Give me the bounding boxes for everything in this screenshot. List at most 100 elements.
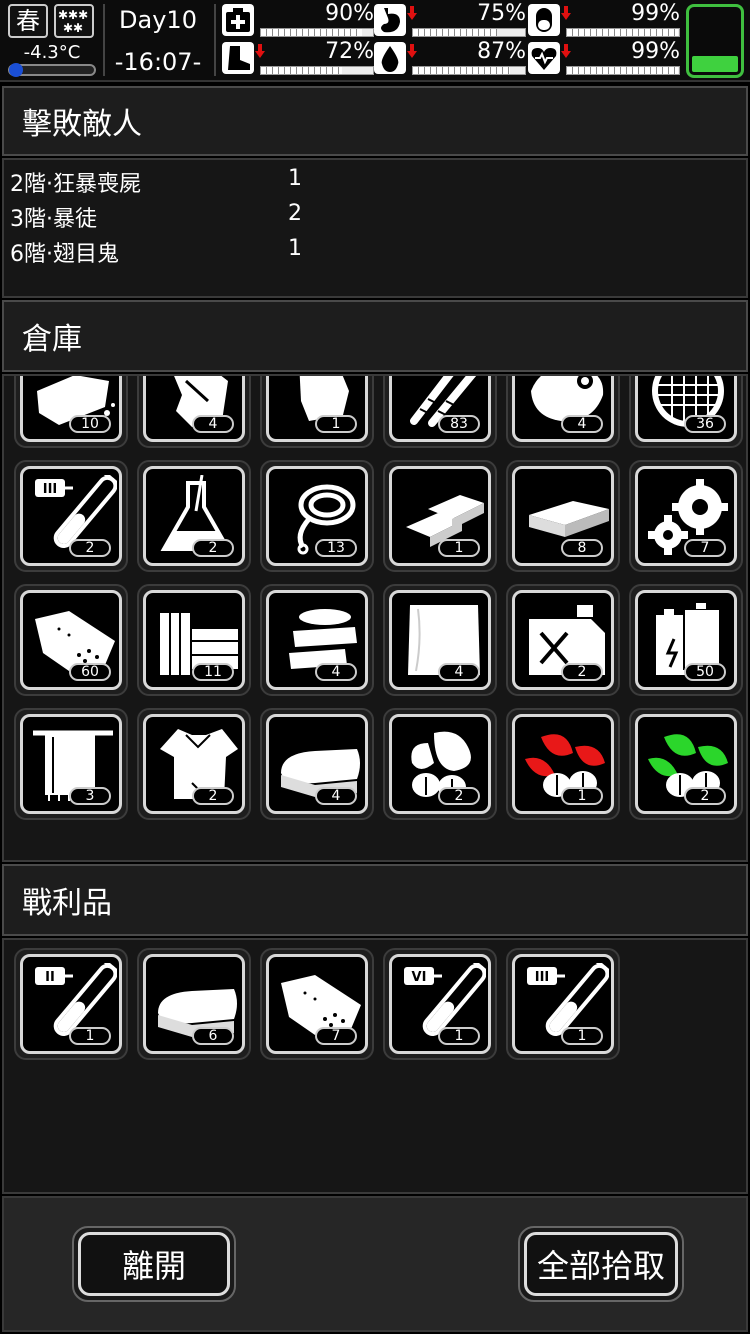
item-count-badge: 7: [315, 1027, 357, 1045]
enemy-name: 6階·翅目鬼: [10, 242, 119, 267]
item-slot[interactable]: 4: [137, 376, 251, 448]
stat-value: 90%: [325, 1, 374, 26]
item-slot[interactable]: 4: [260, 584, 374, 696]
item-frame: 50: [635, 590, 737, 690]
item-slot[interactable]: 6: [137, 948, 251, 1060]
day-counter: Day10: [119, 6, 197, 34]
item-slot[interactable]: 10: [14, 376, 128, 448]
stat-thirst[interactable]: 87%: [374, 39, 526, 76]
item-frame: 2: [389, 714, 491, 814]
item-slot[interactable]: 1: [383, 460, 497, 572]
leave-button[interactable]: 離開: [72, 1226, 236, 1302]
take-all-button-label: 全部拾取: [524, 1232, 678, 1296]
storage-panel[interactable]: 10 4 1 83 4 36 III 2 2 13 1 8 7 60 11 4 4 2 50 3 2 4 2 1 2: [2, 374, 748, 862]
stat-bar: [566, 28, 680, 37]
item-frame: 2: [143, 714, 245, 814]
battery-indicator[interactable]: [686, 4, 744, 78]
item-count-badge: 4: [438, 663, 480, 681]
svg-text:✱✱✱: ✱✱✱: [58, 8, 88, 22]
item-frame: 7: [266, 954, 368, 1054]
item-frame: 2: [143, 466, 245, 566]
item-count-badge: 50: [684, 663, 726, 681]
item-frame: 11: [143, 590, 245, 690]
item-slot[interactable]: 7: [260, 948, 374, 1060]
clock: -16:07-: [114, 48, 202, 76]
down-arrow-icon: [255, 44, 265, 58]
item-frame: 4: [266, 590, 368, 690]
item-slot[interactable]: 60: [14, 584, 128, 696]
item-slot[interactable]: II 1: [14, 948, 128, 1060]
item-count-badge: 1: [438, 539, 480, 557]
item-slot[interactable]: 4: [260, 708, 374, 820]
enemy-count: 1: [288, 236, 302, 261]
item-count-badge: 36: [684, 415, 726, 433]
stat-value: 99%: [631, 39, 680, 64]
item-count-badge: 4: [192, 415, 234, 433]
item-slot[interactable]: 4: [383, 584, 497, 696]
down-arrow-icon: [407, 44, 417, 58]
svg-text:II: II: [45, 970, 55, 985]
status-bar: 春 ✱✱✱ ✱✱ -4.3°C Day10 -16:07- 90% 75% 99% 72…: [0, 0, 750, 82]
item-slot[interactable]: 83: [383, 376, 497, 448]
item-frame: III 2: [20, 466, 122, 566]
item-count-badge: 1: [438, 1027, 480, 1045]
item-frame: 7: [635, 466, 737, 566]
stat-health[interactable]: 90%: [222, 1, 374, 38]
item-slot[interactable]: 4: [506, 376, 620, 448]
stat-hunger[interactable]: 75%: [374, 1, 526, 38]
item-slot[interactable]: 8: [506, 460, 620, 572]
item-slot[interactable]: III 1: [506, 948, 620, 1060]
stat-stamina[interactable]: 72%: [222, 39, 374, 76]
item-count-badge: 4: [315, 787, 357, 805]
item-slot[interactable]: 11: [137, 584, 251, 696]
snow-icon: ✱✱✱ ✱✱: [54, 4, 94, 38]
item-slot[interactable]: 2: [137, 708, 251, 820]
item-slot[interactable]: 3: [14, 708, 128, 820]
item-slot[interactable]: III 2: [14, 460, 128, 572]
battery-level: [692, 56, 738, 72]
stat-bar-fill: [567, 67, 678, 74]
item-frame: 4: [143, 376, 245, 442]
item-frame: 4: [512, 376, 614, 442]
item-frame: 4: [389, 590, 491, 690]
enemy-name: 2階·狂暴喪屍: [10, 172, 141, 197]
section-header-storage: 倉庫: [2, 300, 748, 372]
take-all-button[interactable]: 全部拾取: [518, 1226, 684, 1302]
section-title: 倉庫: [22, 322, 82, 357]
item-count-badge: 3: [69, 787, 111, 805]
item-count-badge: 1: [315, 415, 357, 433]
item-slot[interactable]: 1: [506, 708, 620, 820]
item-count-badge: 2: [69, 539, 111, 557]
stat-bar-fill: [413, 67, 511, 74]
item-slot[interactable]: 2: [506, 584, 620, 696]
item-slot[interactable]: 2: [137, 460, 251, 572]
item-count-badge: 11: [192, 663, 234, 681]
stat-bar: [260, 66, 374, 75]
item-slot[interactable]: 7: [629, 460, 743, 572]
stat-value: 75%: [477, 1, 526, 26]
section-header-enemies: 擊敗敵人: [2, 86, 748, 156]
stat-bar: [260, 28, 374, 37]
item-slot[interactable]: 50: [629, 584, 743, 696]
item-count-badge: 2: [192, 787, 234, 805]
stomach-icon: [374, 4, 406, 36]
item-count-badge: 83: [438, 415, 480, 433]
svg-text:VI: VI: [412, 970, 427, 985]
item-frame: 1: [266, 376, 368, 442]
item-frame: II 1: [20, 954, 122, 1054]
item-frame: 6: [143, 954, 245, 1054]
item-slot[interactable]: 2: [629, 708, 743, 820]
item-count-badge: 13: [315, 539, 357, 557]
item-slot[interactable]: 1: [260, 376, 374, 448]
item-count-badge: 1: [69, 1027, 111, 1045]
item-slot[interactable]: 2: [383, 708, 497, 820]
item-count-badge: 8: [561, 539, 603, 557]
stat-medicine[interactable]: 99%: [528, 1, 680, 38]
item-frame: 13: [266, 466, 368, 566]
item-slot[interactable]: 36: [629, 376, 743, 448]
item-slot[interactable]: 13: [260, 460, 374, 572]
section-title: 擊敗敵人: [22, 107, 142, 142]
item-slot[interactable]: VI 1: [383, 948, 497, 1060]
stat-mood[interactable]: 99%: [528, 39, 680, 76]
leave-button-label: 離開: [78, 1232, 230, 1296]
